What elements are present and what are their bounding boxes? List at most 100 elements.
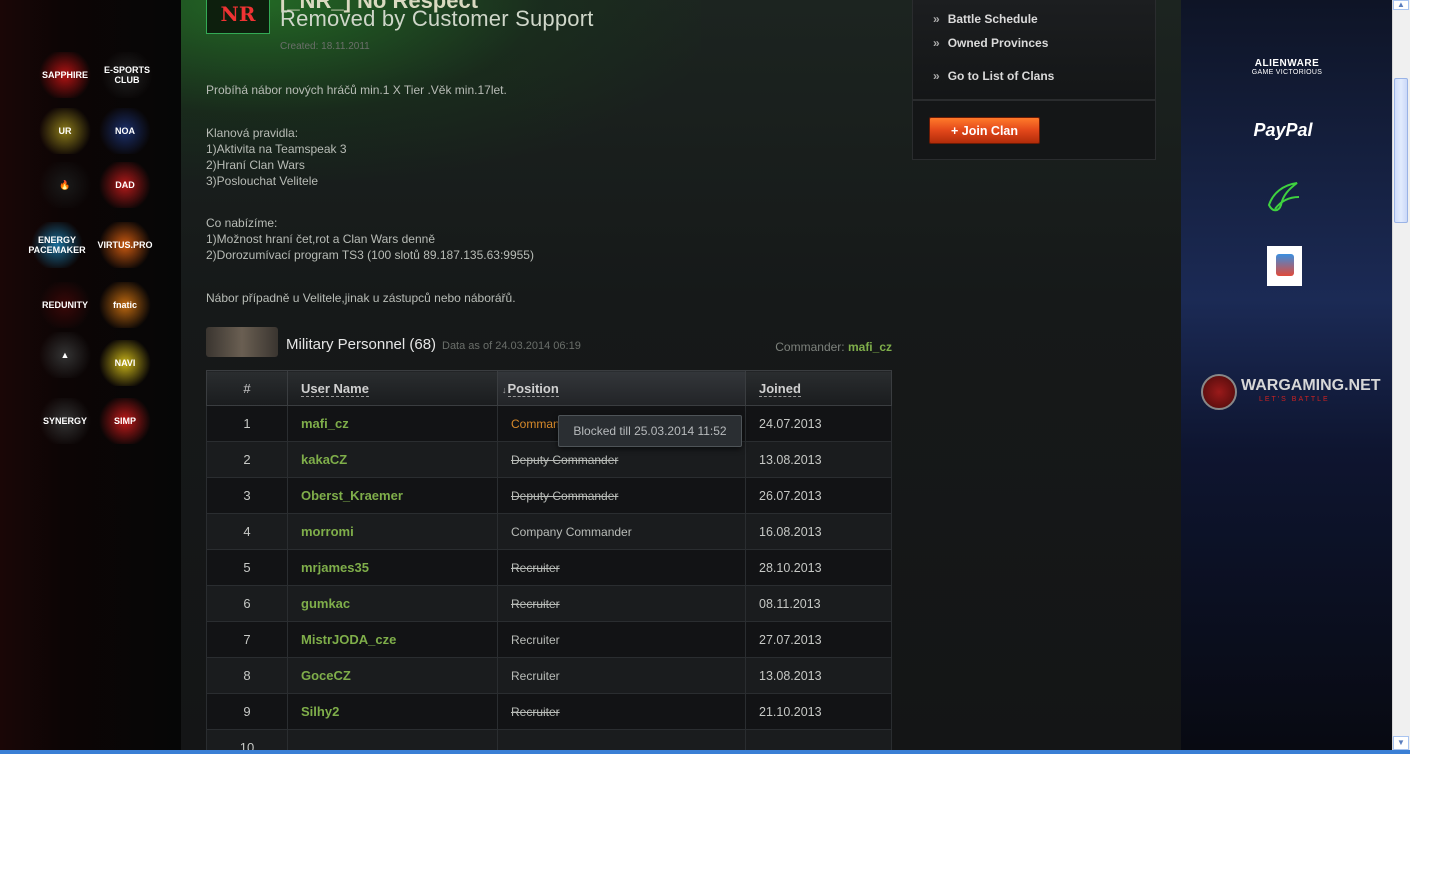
member-name-link-text: GoceCZ [301,668,351,683]
row-number: 2 [206,441,288,478]
member-name-link-text: Oberst_Kraemer [301,488,403,503]
member-position: Company Commander [497,513,746,550]
member-name-link[interactable]: morromi [287,513,498,550]
menu-item-owned-provinces[interactable]: » Owned Provinces [933,36,1048,50]
member-position-text: Recruiter [511,704,560,719]
row-number-text: 3 [243,488,251,503]
sort-arrow-icon: ↓ [502,384,507,395]
sponsor-logo[interactable]: 🔥 [36,162,94,208]
member-position-text: Recruiter [511,596,560,611]
member-name-link-text: morromi [301,524,354,539]
sponsor-logo[interactable]: UR [36,108,94,154]
menu-item-label: Owned Provinces [947,36,1049,50]
row-number-text: 8 [243,668,251,683]
row-number-text: 1 [243,416,251,431]
member-name-link[interactable]: MistrJODA_cze [287,621,498,658]
browser-viewport: ALIENWARE GAME VICTORIOUS PayPal WARGAMI… [0,0,1392,750]
member-name-link[interactable]: GoceCZ [287,657,498,694]
member-name-link[interactable]: mafi_cz [287,405,498,442]
sponsor-logo[interactable]: SIMP [96,398,154,444]
row-number-text: 6 [243,596,251,611]
sponsor-logo[interactable]: NAVI [96,340,154,386]
row-number: 5 [206,549,288,586]
member-joined-date: 16.08.2013 [745,513,892,550]
paypal-logo[interactable]: PayPal [1233,120,1333,141]
sponsor-logo[interactable]: VIRTUS.PRO [96,222,154,268]
position-header-label: Position [507,380,559,397]
sponsor-logo[interactable]: REDUNITY [36,282,94,328]
table-row: 9 Silhy2 Recruiter 21.10.2013 [206,693,892,730]
column-header-user-name[interactable]: User Name [287,370,498,406]
created-date: Created: 18.11.2011 [280,41,370,52]
row-number: 6 [206,585,288,622]
member-joined-date-text: 24.07.2013 [759,416,822,431]
sponsor-logo[interactable]: SYNERGY [36,398,94,444]
table-row: 7 MistrJODA_cze Recruiter 27.07.2013 [206,621,892,658]
member-name-link[interactable] [287,729,498,750]
table-row: 4 morromi Company Commander 16.08.2013 [206,513,892,550]
member-joined-date-text: 27.07.2013 [759,632,822,647]
sponsor-logo[interactable]: DAD [96,162,154,208]
table-row: 8 GoceCZ Recruiter 13.08.2013 [206,657,892,694]
right-sponsor-column: ALIENWARE GAME VICTORIOUS PayPal WARGAMI… [1181,0,1392,750]
members-table: # User Name ↓Position Joined 1 mafi_cz Com… [206,370,892,750]
sponsor-badge-icon[interactable] [1267,246,1302,286]
sponsor-logo[interactable]: SAPPHIRE [36,52,94,98]
menu-item-battle-schedule[interactable]: » Battle Schedule [933,12,1038,26]
table-row: 3 Oberst_Kraemer Deputy Commander 26.07.201… [206,477,892,514]
scroll-down-arrow-icon[interactable]: ▼ [1393,736,1409,750]
sponsor-logo[interactable]: NOA [96,108,154,154]
member-position: Recruiter [497,549,746,586]
clan-motto: Removed by Customer Support [280,6,594,31]
user-name-header-label: User Name [301,380,369,397]
alienware-logo[interactable]: ALIENWARE GAME VICTORIOUS [1237,58,1337,76]
member-name-link[interactable]: Silhy2 [287,693,498,730]
sponsor-logo[interactable]: ENERGY PACEMAKER [28,222,86,268]
table-row: 10 [206,729,892,750]
soldiers-icon [206,327,278,357]
member-position: Recruiter [497,657,746,694]
description-recruitment: Probíhá nábor nových hráčů min.1 X Tier … [206,83,507,97]
members-table-body: 1 mafi_cz Commander 24.07.2013 2 kakaCZ Deputy… [206,405,892,750]
join-clan-button[interactable]: + Join Clan [929,117,1040,144]
wargaming-logo[interactable]: WARGAMING.NET LET'S BATTLE [1201,372,1381,412]
member-joined-date: 13.08.2013 [745,441,892,478]
member-position [497,729,746,750]
member-joined-date: 08.11.2013 [745,585,892,622]
row-number-text: 4 [243,524,251,539]
razer-icon[interactable] [1261,175,1305,219]
member-name-link[interactable]: gumkac [287,585,498,622]
personnel-header: Military Personnel (68) Data as of 24.03… [206,325,892,359]
member-joined-date: 26.07.2013 [745,477,892,514]
column-header-joined[interactable]: Joined [745,370,892,406]
member-position-text: Company Commander [511,524,632,539]
sponsor-logo[interactable]: ▲ [36,332,94,378]
member-joined-date: 21.10.2013 [745,693,892,730]
member-position: Recruiter [497,621,746,658]
table-row: 1 mafi_cz Commander 24.07.2013 [206,405,892,442]
column-header-position[interactable]: ↓Position [497,370,746,406]
member-joined-date-text: 13.08.2013 [759,668,822,683]
member-position: Deputy Commander [497,477,746,514]
alienware-label: ALIENWARE [1254,58,1320,69]
member-name-link-text: gumkac [301,596,351,611]
row-number: 1 [206,405,288,442]
scroll-thumb[interactable] [1394,78,1408,223]
menu-item-list-of-clans[interactable]: » Go to List of Clans [933,69,1054,83]
vertical-scrollbar[interactable]: ▲ ▼ [1392,0,1410,750]
commander-link[interactable]: mafi_cz [848,340,892,354]
member-joined-date-text: 28.10.2013 [759,560,822,575]
commander-info: Commander: mafi_cz [775,340,892,354]
column-header-number: # [206,370,288,406]
chevron-right-icon: » [933,36,940,50]
member-name-link[interactable]: mrjames35 [287,549,498,586]
chevron-right-icon: » [933,12,940,26]
scroll-up-arrow-icon[interactable]: ▲ [1393,0,1409,10]
member-name-link[interactable]: Oberst_Kraemer [287,477,498,514]
member-position: Recruiter [497,585,746,622]
member-name-link[interactable]: kakaCZ [287,441,498,478]
clan-side-menu: » Battle Schedule » Owned Provinces » Go to… [912,0,1156,100]
sponsor-logo[interactable]: E-SPORTS CLUB [98,52,156,98]
sponsor-logo[interactable]: fnatic [96,282,154,328]
row-number: 9 [206,693,288,730]
